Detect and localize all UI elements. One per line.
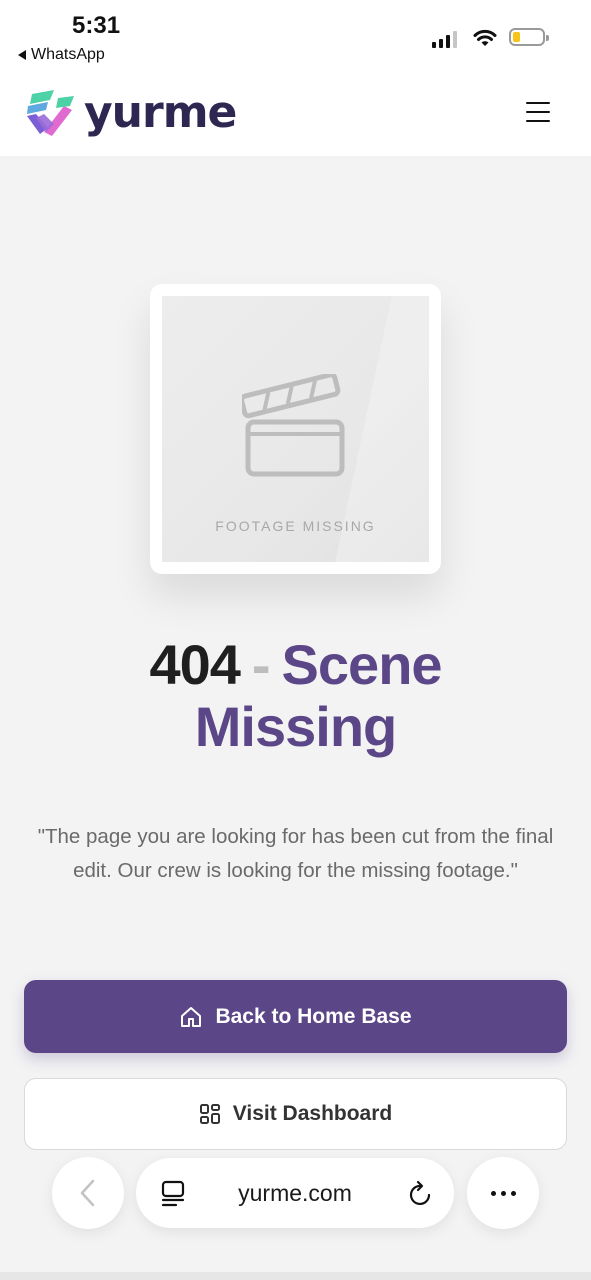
back-app-label: WhatsApp [31,46,105,63]
error-title-part1: Scene [281,633,443,696]
status-time: 5:31 [72,12,121,39]
more-dot [510,1190,516,1196]
error-description: "The page you are looking for has been c… [37,825,554,882]
error-code: 404 [149,633,240,696]
status-bar: 5:31 WhatsApp [0,0,591,72]
home-indicator-strip [0,1272,591,1280]
visit-dashboard-button[interactable]: Visit Dashboard [24,1078,567,1150]
cellular-signal-icon [432,30,457,48]
title-separator: - [251,633,271,696]
hamburger-menu-button[interactable] [526,102,550,122]
wifi-icon [473,29,497,46]
visit-dashboard-label: Visit Dashboard [232,1102,393,1125]
logo[interactable]: yurme [24,87,237,138]
back-triangle-icon [18,50,26,60]
footage-placeholder: FOOTAGE MISSING [162,296,429,562]
footage-caption: FOOTAGE MISSING [215,518,376,534]
home-icon [181,1006,202,1027]
battery-icon [509,28,549,46]
reload-icon[interactable] [408,1180,434,1208]
chevron-left-icon [80,1179,95,1207]
browser-url-bar[interactable]: yurme.com [136,1158,454,1228]
more-dot [500,1190,506,1196]
logo-text: yurme [84,87,237,138]
url-text: yurme.com [238,1180,352,1206]
back-to-home-label: Back to Home Base [215,1004,412,1028]
battery-level [513,32,520,42]
back-to-app-link[interactable]: WhatsApp [18,46,105,64]
dashboard-icon [199,1104,220,1124]
missing-footage-card: FOOTAGE MISSING [150,284,441,574]
clapperboard-icon [242,374,345,477]
error-title-part2: Missing [194,695,397,758]
more-dot [490,1190,496,1196]
browser-more-button[interactable] [467,1157,539,1229]
logo-mark-icon [27,90,74,136]
back-to-home-button[interactable]: Back to Home Base [24,980,567,1053]
browser-back-button[interactable] [52,1157,124,1229]
site-header: yurme [0,72,591,156]
